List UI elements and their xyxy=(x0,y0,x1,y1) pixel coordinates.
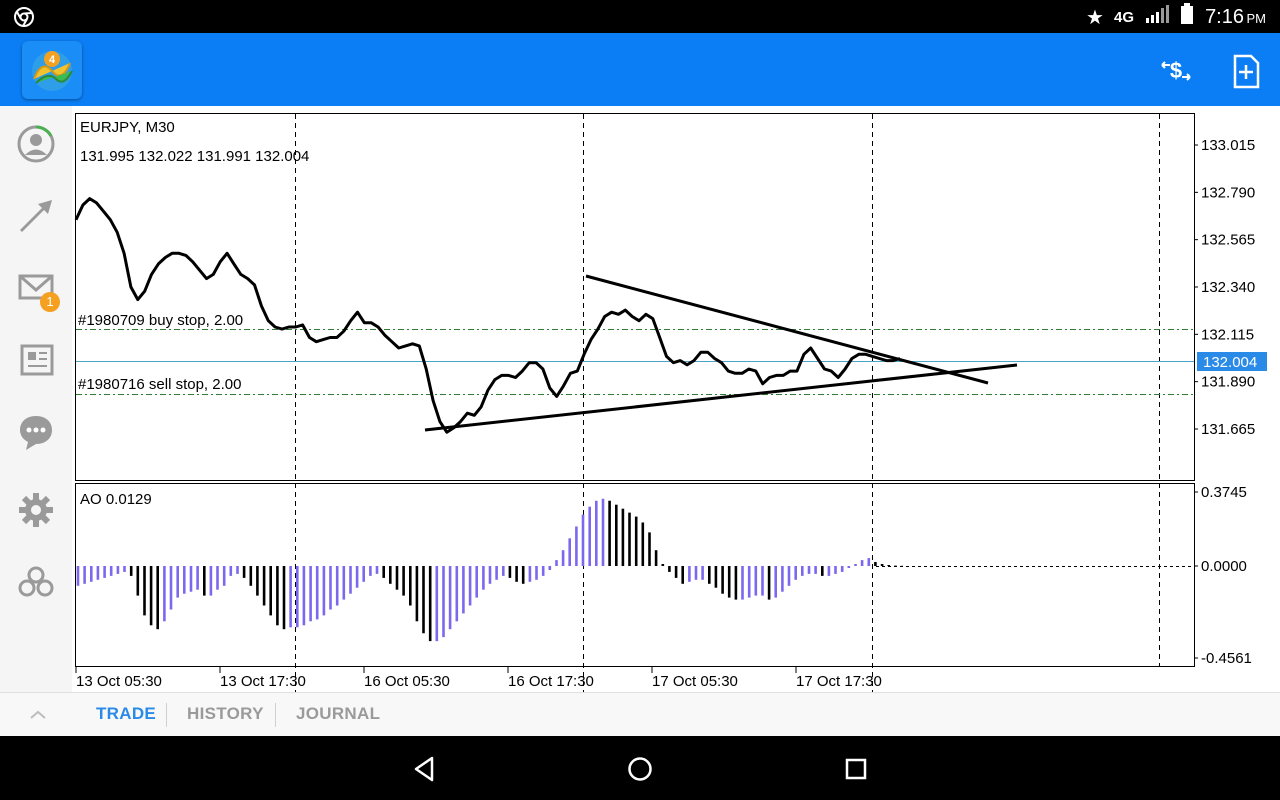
tab-trade[interactable]: TRADE xyxy=(96,704,156,724)
ohlc-label: 131.995 132.022 131.991 132.004 xyxy=(80,148,309,165)
time-tick-label: 13 Oct 05:30 xyxy=(76,673,162,690)
main-panel-frame xyxy=(75,113,1195,481)
currency-exchange-icon[interactable]: $ xyxy=(1156,51,1196,91)
time-axis: 13 Oct 05:30 13 Oct 17:30 16 Oct 05:30 16 O… xyxy=(75,667,882,690)
chevron-up-icon[interactable] xyxy=(28,705,48,730)
recents-icon[interactable] xyxy=(841,754,871,789)
time-tick-label: 13 Oct 17:30 xyxy=(220,673,306,690)
battery-icon xyxy=(1180,3,1194,31)
ao-label: AO 0.0129 xyxy=(80,491,152,508)
time-tick-label: 16 Oct 05:30 xyxy=(364,673,450,690)
clock-ampm: PM xyxy=(1246,11,1267,26)
time-tick-label: 17 Oct 17:30 xyxy=(796,673,882,690)
price-tick-label: 131.890 xyxy=(1201,374,1255,391)
back-icon[interactable] xyxy=(410,754,440,789)
price-tick-label: 132.340 xyxy=(1201,279,1255,296)
signal-icon xyxy=(1144,4,1170,30)
home-icon[interactable] xyxy=(625,754,655,789)
bottom-tab-bar: TRADE HISTORY JOURNAL xyxy=(0,692,1280,736)
price-axis: 133.015 132.790 132.565 132.340 132.115 131.8… xyxy=(1194,137,1255,438)
chrome-icon xyxy=(12,5,36,34)
tab-divider xyxy=(166,703,167,727)
time-tick-label: 17 Oct 05:30 xyxy=(652,673,738,690)
price-tick-label: 132.115 xyxy=(1201,326,1254,343)
price-tick-label: 132.790 xyxy=(1201,184,1255,201)
ao-tick-label: 0.0000 xyxy=(1201,558,1247,575)
tab-journal[interactable]: JOURNAL xyxy=(296,704,380,724)
price-tick-label: 133.015 xyxy=(1201,137,1255,154)
tab-divider xyxy=(275,703,276,727)
ao-tick-label: 0.3745 xyxy=(1201,484,1247,501)
buy-stop-label: #1980709 buy stop, 2.00 xyxy=(78,312,243,329)
new-order-icon[interactable] xyxy=(1226,51,1266,91)
svg-text:$: $ xyxy=(1170,58,1182,83)
android-nav-bar xyxy=(0,736,1280,800)
tab-history[interactable]: HISTORY xyxy=(187,704,264,724)
clock-time: 7:16 xyxy=(1205,6,1244,28)
network-type: 4G xyxy=(1113,8,1134,26)
sell-stop-label: #1980716 sell stop, 2.00 xyxy=(78,376,241,393)
price-tick-label: 131.665 xyxy=(1201,421,1255,438)
svg-text:4: 4 xyxy=(49,54,56,66)
time-tick-label: 16 Oct 17:30 xyxy=(508,673,594,690)
current-price-value: 132.004 xyxy=(1203,354,1257,371)
price-tick-label: 132.565 xyxy=(1201,232,1255,249)
star-icon: ★ xyxy=(1086,6,1104,29)
chart-area[interactable]: EURJPY, M30 131.995 132.022 131.991 132.… xyxy=(0,106,1280,692)
status-bar: ★ 4G 7:16 PM xyxy=(0,0,1280,33)
price-chart[interactable]: EURJPY, M30 131.995 132.022 131.991 132.… xyxy=(0,106,1280,692)
metatrader-logo-icon[interactable]: 4 xyxy=(22,41,82,99)
ao-axis: 0.3745 0.0000 -0.4561 xyxy=(1194,484,1252,667)
app-bar: 4 $ xyxy=(0,33,1280,106)
symbol-label: EURJPY, M30 xyxy=(80,119,175,136)
ao-tick-label: -0.4561 xyxy=(1201,650,1252,667)
